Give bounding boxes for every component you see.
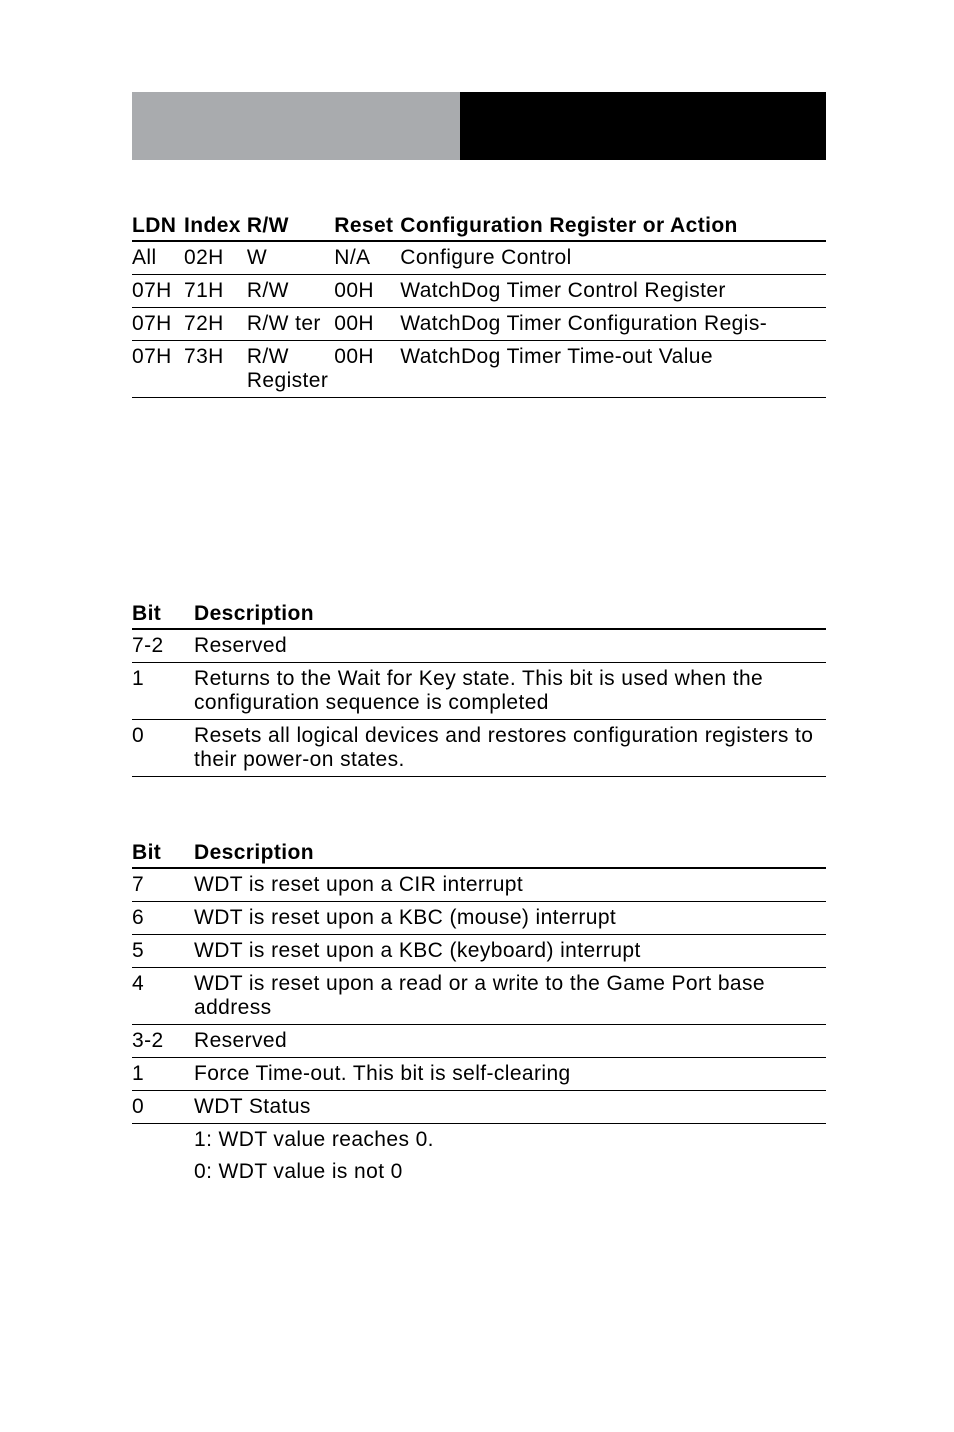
td-index: 71H [184, 275, 247, 308]
td-bit: 7-2 [132, 629, 194, 663]
table-row: 1 Returns to the Wait for Key state. Thi… [132, 663, 826, 720]
table-row: 07H 73H R/W Register 00H WatchDog Timer … [132, 341, 826, 398]
th-bit: Bit [132, 598, 194, 629]
header-black-bar [460, 92, 826, 160]
th-desc: Configuration Register or Action [400, 210, 826, 241]
td-desc: WatchDog Timer Control Register [400, 275, 826, 308]
td-bit: 4 [132, 968, 194, 1025]
td-ldn: All [132, 241, 184, 275]
td-desc: Force Time-out. This bit is self-clearin… [194, 1058, 826, 1091]
td-index: 72H [184, 308, 247, 341]
td-bit-empty [132, 1124, 194, 1157]
td-extra: 1: WDT value reaches 0. [194, 1124, 826, 1157]
th-index: Index [184, 210, 247, 241]
table-row: 6 WDT is reset upon a KBC (mouse) interr… [132, 902, 826, 935]
td-ldn: 07H [132, 275, 184, 308]
td-desc: Resets all logical devices and restores … [194, 720, 826, 777]
table-header-row: Bit Description [132, 598, 826, 629]
th-desc: Description [194, 598, 826, 629]
td-rw: W [247, 241, 334, 275]
th-rw: R/W [247, 210, 334, 241]
wdt-control-table: Bit Description 7 WDT is reset upon a CI… [132, 837, 826, 1188]
spacer [132, 398, 826, 598]
td-desc: WDT is reset upon a KBC (mouse) interrup… [194, 902, 826, 935]
table-row: 4 WDT is reset upon a read or a write to… [132, 968, 826, 1025]
td-desc: WDT is reset upon a read or a write to t… [194, 968, 826, 1025]
td-desc: WDT Status [194, 1091, 826, 1124]
td-reset: N/A [334, 241, 400, 275]
content-area: LDN Index R/W Reset Configuration Regist… [132, 210, 826, 1188]
td-desc: WatchDog Timer Time-out Value [400, 341, 826, 398]
td-bit: 1 [132, 1058, 194, 1091]
table-header-row: LDN Index R/W Reset Configuration Regist… [132, 210, 826, 241]
td-index: 02H [184, 241, 247, 275]
td-extra: 0: WDT value is not 0 [194, 1156, 826, 1188]
td-bit: 5 [132, 935, 194, 968]
td-ldn: 07H [132, 308, 184, 341]
table-row: All 02H W N/A Configure Control [132, 241, 826, 275]
td-bit: 1 [132, 663, 194, 720]
td-index: 73H [184, 341, 247, 398]
td-desc: Returns to the Wait for Key state. This … [194, 663, 826, 720]
td-ldn: 07H [132, 341, 184, 398]
td-bit: 0 [132, 720, 194, 777]
td-reset: 00H [334, 275, 400, 308]
td-bit-empty [132, 1156, 194, 1188]
table-row: 07H 72H R/W ter 00H WatchDog Timer Confi… [132, 308, 826, 341]
td-desc: WatchDog Timer Configuration Regis- [400, 308, 826, 341]
table-header-row: Bit Description [132, 837, 826, 868]
table-row: 7-2 Reserved [132, 629, 826, 663]
table-row: 0 Resets all logical devices and restore… [132, 720, 826, 777]
table-row: 07H 71H R/W 00H WatchDog Timer Control R… [132, 275, 826, 308]
td-desc: Reserved [194, 1025, 826, 1058]
th-ldn: LDN [132, 210, 184, 241]
td-bit: 7 [132, 868, 194, 902]
td-desc: WDT is reset upon a CIR interrupt [194, 868, 826, 902]
td-bit: 3-2 [132, 1025, 194, 1058]
register-table: LDN Index R/W Reset Configuration Regist… [132, 210, 826, 398]
td-desc: Reserved [194, 629, 826, 663]
table-row: 1: WDT value reaches 0. [132, 1124, 826, 1157]
td-desc: Configure Control [400, 241, 826, 275]
spacer [132, 777, 826, 837]
table-row: 0 WDT Status [132, 1091, 826, 1124]
table-row: 5 WDT is reset upon a KBC (keyboard) int… [132, 935, 826, 968]
table-row: 7 WDT is reset upon a CIR interrupt [132, 868, 826, 902]
th-bit: Bit [132, 837, 194, 868]
table-row: 1 Force Time-out. This bit is self-clear… [132, 1058, 826, 1091]
td-rw: R/W [247, 275, 334, 308]
td-reset: 00H [334, 341, 400, 398]
td-bit: 0 [132, 1091, 194, 1124]
table-row: 3-2 Reserved [132, 1025, 826, 1058]
td-desc: WDT is reset upon a KBC (keyboard) inter… [194, 935, 826, 968]
configure-control-table: Bit Description 7-2 Reserved 1 Returns t… [132, 598, 826, 777]
th-reset: Reset [334, 210, 400, 241]
td-rw: R/W ter [247, 308, 334, 341]
td-reset: 00H [334, 308, 400, 341]
table-row: 0: WDT value is not 0 [132, 1156, 826, 1188]
page: LDN Index R/W Reset Configuration Regist… [0, 0, 954, 1432]
td-bit: 6 [132, 902, 194, 935]
td-rw: R/W Register [247, 341, 334, 398]
th-desc: Description [194, 837, 826, 868]
